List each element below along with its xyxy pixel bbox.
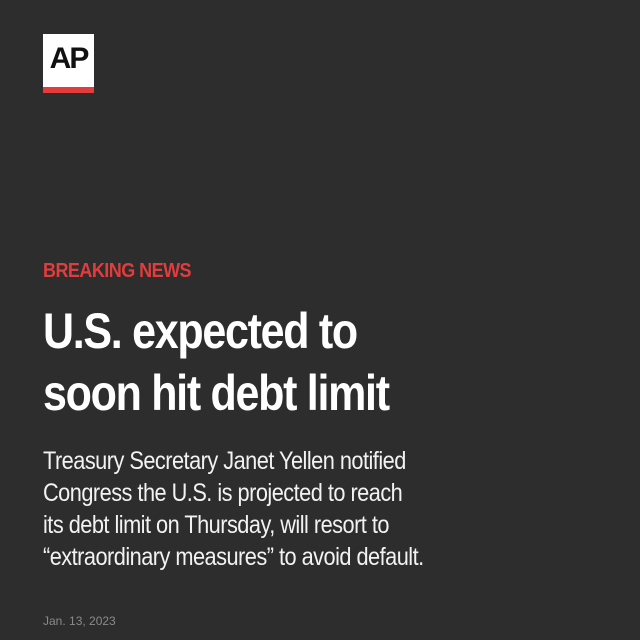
publish-date: Jan. 13, 2023 [43,614,116,628]
headline-line: soon hit debt limit [43,365,390,421]
summary-line: Congress the U.S. is projected to reach [43,479,403,507]
headline: U.S. expected to soon hit debt limit [43,300,525,424]
headline-line: U.S. expected to [43,303,358,359]
summary-line: Treasury Secretary Janet Yellen notified [43,447,406,475]
ap-logo: AP [43,34,94,93]
ap-logo-red-bar [43,87,94,93]
breaking-news-label: BREAKING NEWS [43,260,192,282]
summary: Treasury Secretary Janet Yellen notified… [43,445,530,573]
summary-line: “extraordinary measures” to avoid defaul… [43,543,424,571]
summary-line: its debt limit on Thursday, will resort … [43,511,389,539]
ap-logo-text: AP [49,42,90,75]
